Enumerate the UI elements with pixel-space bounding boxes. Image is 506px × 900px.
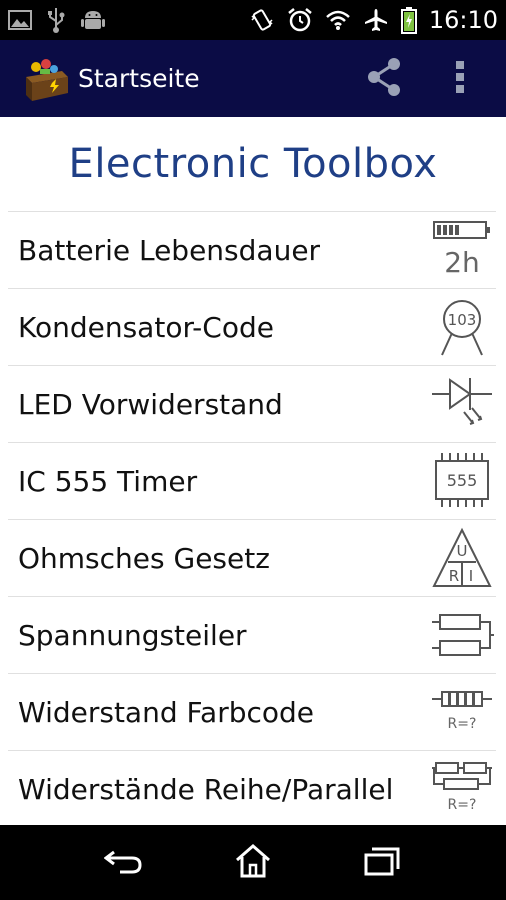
voltage-divider-icon (430, 603, 494, 667)
tool-item-capacitor-code[interactable]: Kondensator-Code 103 (8, 289, 496, 366)
clock: 16:10 (428, 6, 498, 34)
ic-chip-icon: 555 (430, 449, 494, 513)
ohms-law-triangle-icon: U R I (430, 526, 494, 590)
usb-icon (46, 7, 66, 33)
status-bar: 16:10 (0, 0, 506, 40)
svg-text:R: R (449, 567, 459, 585)
toolbox-icon[interactable] (22, 55, 70, 103)
svg-text:U: U (457, 542, 468, 560)
tool-item-resistor-series-parallel[interactable]: Widerstände Reihe/Parallel R=? (8, 751, 496, 825)
svg-text:R=?: R=? (448, 797, 477, 813)
tool-label: IC 555 Timer (18, 464, 198, 498)
tool-item-voltage-divider[interactable]: Spannungsteiler (8, 597, 496, 674)
back-button[interactable] (89, 833, 159, 893)
tool-item-ic555[interactable]: IC 555 Timer 555 (8, 443, 496, 520)
resistor-network-icon: R=? (430, 757, 494, 821)
status-right-icons: 16:10 (249, 6, 498, 34)
tool-label: Widerstände Reihe/Parallel (18, 772, 394, 806)
action-bar-title: Startseite (78, 64, 200, 93)
android-icon (80, 7, 106, 33)
tool-item-battery-life[interactable]: Batterie Lebensdauer 2h (8, 212, 496, 289)
tool-label: Spannungsteiler (18, 618, 247, 652)
recent-apps-button[interactable] (347, 833, 417, 893)
home-button[interactable] (218, 833, 288, 893)
tool-label: Widerstand Farbcode (18, 695, 315, 729)
tool-item-led-resistor[interactable]: LED Vorwiderstand (8, 366, 496, 443)
svg-text:R=?: R=? (448, 716, 477, 732)
svg-text:2h: 2h (444, 246, 480, 279)
tool-item-ohms-law[interactable]: Ohmsches Gesetz U R I (8, 520, 496, 597)
navigation-bar (0, 825, 506, 900)
tool-label: LED Vorwiderstand (18, 387, 283, 421)
alarm-icon (287, 7, 313, 33)
image-icon (8, 10, 32, 30)
share-button[interactable] (354, 49, 414, 109)
home-icon (233, 843, 273, 883)
main-content: Electronic Toolbox Batterie Lebensdauer … (0, 117, 506, 825)
back-icon (103, 846, 144, 880)
battery-icon (400, 6, 417, 34)
action-bar: Startseite (0, 40, 506, 117)
tool-item-resistor-color-code[interactable]: Widerstand Farbcode R=? (8, 674, 496, 751)
share-icon (365, 57, 403, 101)
wifi-icon (325, 9, 351, 31)
battery-life-icon: 2h (430, 218, 494, 282)
airplane-icon (363, 7, 389, 33)
overflow-menu-icon (455, 60, 465, 98)
tool-list: Batterie Lebensdauer 2h Kondensator-Code (8, 211, 496, 825)
svg-text:I: I (469, 567, 473, 585)
action-bar-actions (354, 49, 506, 109)
vibrate-icon (249, 8, 275, 32)
tool-label: Kondensator-Code (18, 310, 274, 344)
led-icon (430, 372, 494, 436)
svg-text:103: 103 (448, 311, 477, 329)
page-heading: Electronic Toolbox (68, 141, 438, 187)
svg-text:555: 555 (447, 471, 478, 490)
capacitor-icon: 103 (430, 295, 494, 359)
tool-label: Ohmsches Gesetz (18, 541, 270, 575)
tool-label: Batterie Lebensdauer (18, 233, 321, 267)
recent-apps-icon (362, 845, 402, 881)
resistor-color-icon: R=? (430, 680, 494, 744)
status-left-icons (8, 7, 106, 33)
overflow-menu-button[interactable] (440, 49, 480, 109)
